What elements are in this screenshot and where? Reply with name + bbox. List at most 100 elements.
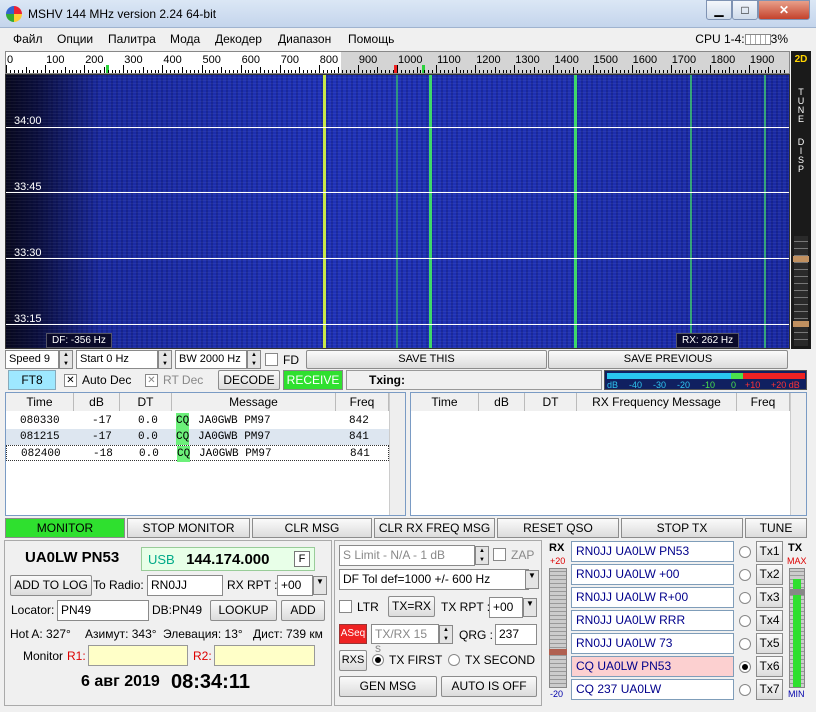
cell-db: -18 — [93, 448, 113, 460]
start-spinner[interactable]: ▲ ▼ — [158, 350, 172, 369]
save-previous-button[interactable]: SAVE PREVIOUS — [548, 350, 788, 369]
tx-select-radio[interactable] — [739, 684, 751, 696]
tx-message-field[interactable]: RN0JJ UA0LW R+00 — [571, 587, 734, 608]
menu-file[interactable]: Файл — [13, 32, 43, 46]
tx-button[interactable]: Tx5 — [756, 633, 783, 654]
speed-field[interactable]: Speed 9 — [5, 350, 59, 369]
table-row[interactable]: 081215 -17 0.0 CQ JA0GWB PM97 841 — [6, 429, 389, 445]
r1-field[interactable] — [88, 645, 188, 666]
tx-message-field[interactable]: CQ UA0LW PN53 — [571, 656, 734, 677]
tx-button[interactable]: Tx1 — [756, 541, 783, 562]
bw-spinner[interactable]: ▲ ▼ — [247, 350, 261, 369]
s-limit-field[interactable]: S Limit - N/A - 1 dB — [339, 545, 475, 566]
tx-message-field[interactable]: RN0JJ UA0LW +00 — [571, 564, 734, 585]
menu-band[interactable]: Диапазон — [278, 32, 331, 46]
clr-msg-button[interactable]: CLR MSG — [252, 518, 372, 538]
tx-select-radio[interactable] — [739, 661, 751, 673]
tx-slider-thumb[interactable] — [789, 589, 805, 595]
rx-slider-thumb[interactable] — [549, 649, 567, 655]
tx-message-field[interactable]: RN0JJ UA0LW RRR — [571, 610, 734, 631]
close-button[interactable]: ✕ — [758, 0, 810, 20]
f-button[interactable]: F — [294, 551, 310, 567]
tx-message-field[interactable]: CQ 237 UA0LW — [571, 679, 734, 700]
tx-second-radio[interactable] — [448, 654, 460, 666]
tx-message-field[interactable]: RN0JJ UA0LW 73 — [571, 633, 734, 654]
rt-dec-checkbox[interactable]: ✕ — [145, 374, 158, 387]
frequency-scale[interactable]: 0 100 200 300 400 500 600 700 800 900 1000 1100 1200… — [5, 51, 790, 74]
bw-field[interactable]: BW 2000 Hz — [175, 350, 247, 369]
add-to-log-button[interactable]: ADD TO LOG — [10, 575, 92, 596]
scale-tick — [576, 70, 578, 73]
to-radio-field[interactable]: RN0JJ — [147, 575, 223, 596]
tx-button[interactable]: Tx7 — [756, 679, 783, 700]
add-button[interactable]: ADD — [281, 600, 325, 621]
menu-palette[interactable]: Палитра — [108, 32, 156, 46]
disp-slider[interactable] — [793, 236, 809, 346]
ft8-mode-button[interactable]: FT8 — [8, 370, 56, 390]
tx-message-field[interactable]: RN0JJ UA0LW PN53 — [571, 541, 734, 562]
tx-button[interactable]: Tx3 — [756, 587, 783, 608]
ltr-checkbox[interactable] — [339, 600, 352, 613]
menu-options[interactable]: Опции — [57, 32, 93, 46]
df-tol-field[interactable]: DF Tol def=1000 +/- 600 Hz — [339, 569, 529, 590]
tx-select-radio[interactable] — [739, 592, 751, 604]
tx-first-radio[interactable] — [372, 654, 384, 666]
waterfall-display[interactable]: 34:00 33:45 33:30 33:15 DF: -356 Hz RX: … — [5, 74, 790, 349]
tx-button[interactable]: Tx4 — [756, 610, 783, 631]
zap-checkbox[interactable] — [493, 548, 506, 561]
gen-msg-button[interactable]: GEN MSG — [339, 676, 437, 697]
reset-qso-button[interactable]: RESET QSO — [497, 518, 619, 538]
fd-checkbox[interactable] — [265, 353, 278, 366]
menu-decoder[interactable]: Декодер — [215, 32, 262, 46]
azimuth: Азимут: 343° — [85, 627, 157, 641]
menu-mode[interactable]: Мода — [170, 32, 200, 46]
rx-rpt-field[interactable]: +00 — [277, 575, 313, 596]
tx-select-radio[interactable] — [739, 546, 751, 558]
scale-tick — [412, 70, 414, 73]
tx-button[interactable]: Tx6 — [756, 656, 783, 677]
auto-off-button[interactable]: AUTO IS OFF — [441, 676, 537, 697]
s-limit-spinner[interactable]: ▲ ▼ — [475, 546, 489, 565]
qrg-field[interactable]: 237 — [495, 624, 537, 645]
df-tol-dropdown[interactable]: ▼ — [525, 570, 539, 589]
scrollbar[interactable] — [389, 393, 405, 515]
r2-field[interactable] — [214, 645, 315, 666]
locator-field[interactable]: PN49 — [57, 600, 149, 621]
clr-rx-freq-msg-button[interactable]: CLR RX FREQ MSG — [374, 518, 495, 538]
tx-rx-period-field[interactable]: TX/RX 15 s — [371, 624, 439, 655]
table-row[interactable]: 080330 -17 0.0 CQ JA0GWB PM97 842 — [6, 413, 389, 429]
tx-select-radio[interactable] — [739, 569, 751, 581]
scale-tick — [244, 70, 246, 73]
tx-rpt-field[interactable]: +00 — [489, 597, 523, 618]
slider-thumb[interactable] — [793, 321, 809, 327]
rx-rpt-dropdown[interactable]: ▼ — [313, 576, 327, 595]
menu-help[interactable]: Помощь — [348, 32, 394, 46]
period-spinner[interactable]: ▲ ▼ — [439, 625, 453, 644]
table-row[interactable]: 082400 -18 0.0 CQ JA0GWB PM97 841 — [6, 445, 389, 462]
rx-gain-slider[interactable] — [549, 568, 567, 688]
aseq-button[interactable]: ASeq — [339, 624, 367, 644]
scrollbar[interactable] — [790, 393, 806, 515]
tx-button[interactable]: Tx2 — [756, 564, 783, 585]
start-field[interactable]: Start 0 Hz — [76, 350, 158, 369]
tx-rpt-dropdown[interactable]: ▼ — [523, 598, 537, 617]
speed-spinner[interactable]: ▲ ▼ — [59, 350, 73, 369]
tx-select-radio[interactable] — [739, 638, 751, 650]
mode-2d-button[interactable]: 2D — [791, 51, 811, 65]
auto-dec-checkbox[interactable]: ✕ — [64, 374, 77, 387]
minimize-button[interactable]: ▁ — [706, 0, 732, 20]
tune-label: TUNE — [796, 87, 806, 123]
decode-button[interactable]: DECODE — [218, 370, 280, 390]
rxs-button[interactable]: RXS — [339, 650, 367, 671]
tx-rx-button[interactable]: TX=RX — [388, 596, 435, 617]
stop-tx-button[interactable]: STOP TX — [621, 518, 743, 538]
tune-button[interactable]: TUNE — [745, 518, 807, 538]
save-this-button[interactable]: SAVE THIS — [306, 350, 547, 369]
tx-select-radio[interactable] — [739, 615, 751, 627]
lookup-button[interactable]: LOOKUP — [210, 600, 277, 621]
monitor-button[interactable]: MONITOR — [5, 518, 125, 538]
stop-monitor-button[interactable]: STOP MONITOR — [127, 518, 250, 538]
tx-level-slider[interactable] — [789, 568, 805, 688]
maximize-button[interactable]: □ — [732, 0, 758, 20]
slider-thumb[interactable] — [793, 256, 809, 262]
